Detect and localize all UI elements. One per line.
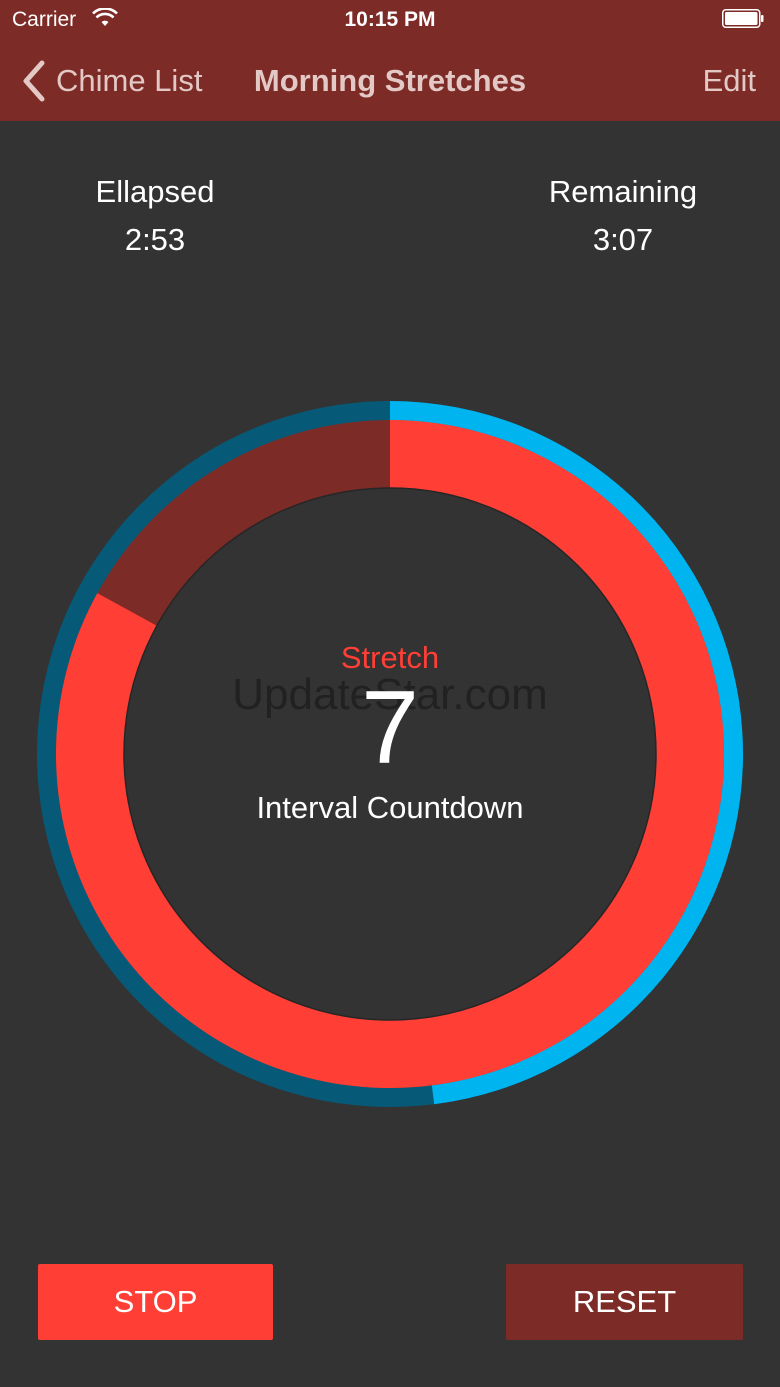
status-bar: Carrier 10:15 PM bbox=[0, 0, 780, 40]
timer-center: Stretch 7 Interval Countdown bbox=[130, 640, 650, 826]
remaining-value: 3:07 bbox=[592, 222, 654, 257]
remaining-label: Remaining bbox=[548, 174, 698, 209]
countdown-label: Interval Countdown bbox=[256, 790, 524, 825]
nav-bar: Chime List Morning Stretches Edit bbox=[0, 40, 780, 121]
chevron-left-icon bbox=[23, 60, 45, 101]
remaining-stat: Remaining 3:07 bbox=[473, 174, 773, 258]
back-button-label: Chime List bbox=[56, 62, 203, 98]
page-title: Morning Stretches bbox=[253, 63, 527, 98]
battery-icon bbox=[722, 9, 764, 28]
elapsed-value: 2:53 bbox=[124, 222, 186, 257]
back-button[interactable]: Chime List bbox=[20, 40, 202, 121]
elapsed-label: Ellapsed bbox=[95, 174, 215, 209]
countdown-number: 7 bbox=[361, 670, 419, 786]
elapsed-stat: Ellapsed 2:53 bbox=[5, 174, 305, 258]
stop-button[interactable]: STOP bbox=[38, 1264, 273, 1340]
header: Carrier 10:15 PM Chime List Morning Stre… bbox=[0, 0, 780, 121]
edit-button[interactable]: Edit bbox=[703, 40, 756, 121]
reset-button[interactable]: RESET bbox=[506, 1264, 743, 1340]
status-clock: 10:15 PM bbox=[344, 8, 436, 31]
